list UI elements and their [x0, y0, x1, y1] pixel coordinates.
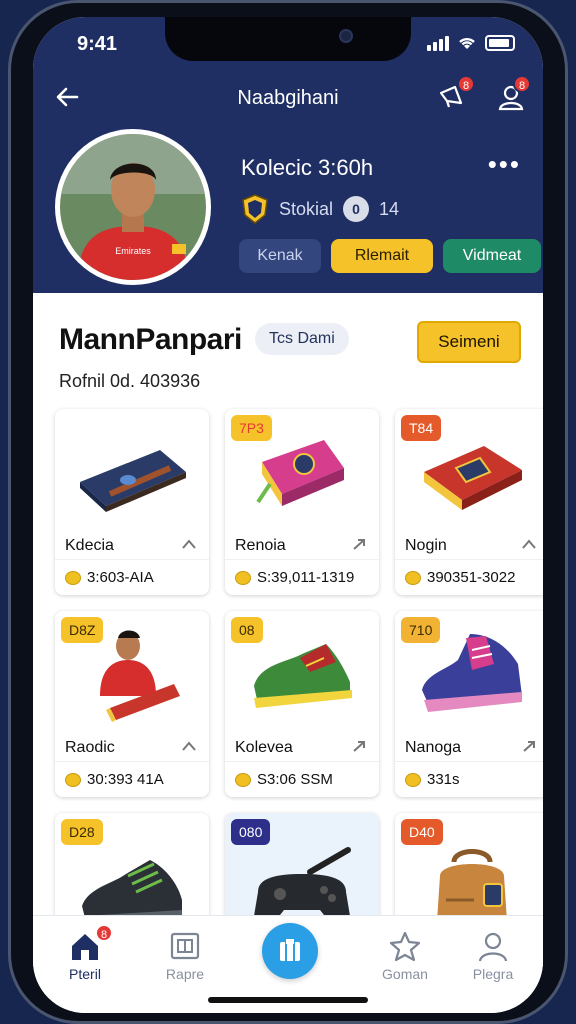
- item-name: Raodic: [65, 739, 115, 756]
- status-time: 9:41: [77, 33, 118, 55]
- coin-icon: [235, 570, 251, 585]
- home-indicator: [208, 997, 368, 1003]
- price-value: 30:393 41A: [87, 771, 164, 788]
- shield-rank-icon: [242, 194, 268, 224]
- player-photo-icon: Emirates: [60, 134, 206, 280]
- coin-icon: [65, 772, 81, 787]
- kenak-button[interactable]: Kenak: [239, 239, 321, 273]
- item-tag: 08: [231, 617, 263, 643]
- item-name: Nanoga: [405, 739, 462, 756]
- svg-text:Emirates: Emirates: [115, 246, 151, 256]
- trend-arrow-icon[interactable]: [351, 537, 367, 551]
- phone-frame: 9:41 Naabgihani 8 8 Emirates Kolecic 3:6…: [8, 0, 568, 1024]
- vidmeat-button[interactable]: Vidmeat: [443, 239, 541, 273]
- tab-home[interactable]: Pteril 8: [45, 924, 125, 982]
- item-tag: 080: [231, 819, 271, 845]
- chevron-up-icon[interactable]: [181, 739, 197, 753]
- profile-actions: Kenak Rlemait Vidmeat: [239, 239, 541, 273]
- price-value: 3:603-AIA: [87, 569, 154, 586]
- store-icon: [280, 939, 300, 961]
- tab-store-fab[interactable]: [262, 923, 318, 979]
- price-value: 390351-3022: [427, 569, 516, 586]
- price-value: S3:06 SSM: [257, 771, 333, 788]
- section-title: MannPanpari: [59, 323, 242, 356]
- more-options-icon[interactable]: •••: [488, 151, 521, 177]
- item-price: 30:393 41A: [55, 761, 209, 797]
- box-icon: [170, 932, 200, 960]
- item-tag: 710: [401, 617, 441, 643]
- rlemait-button[interactable]: Rlemait: [331, 239, 433, 273]
- avatar[interactable]: Emirates: [55, 129, 211, 285]
- star-icon: [389, 931, 421, 962]
- item-card[interactable]: 710 Nanoga 331s: [395, 611, 543, 797]
- camera-icon: [339, 29, 353, 43]
- level-icon: 0: [343, 196, 370, 222]
- battery-icon: [485, 35, 515, 51]
- price-value: S:39,011-1319: [257, 569, 355, 586]
- price-value: 331s: [427, 771, 460, 788]
- status-icons: [427, 35, 515, 51]
- trend-arrow-icon[interactable]: [521, 739, 537, 753]
- tab-badge: 8: [95, 924, 113, 942]
- wallet-icon: [55, 409, 209, 535]
- coin-icon: [235, 772, 251, 787]
- profile-menu-button[interactable]: 8: [495, 75, 531, 115]
- rank-label: Stokial: [279, 198, 334, 219]
- tab-label: Goman: [382, 966, 428, 982]
- tab-goman[interactable]: Goman: [365, 930, 445, 982]
- profile-badge: 8: [513, 75, 531, 93]
- item-tag: D8Z: [61, 617, 104, 643]
- player-stats: Stokial 0 14: [241, 193, 399, 225]
- trend-arrow-icon[interactable]: [351, 739, 367, 753]
- item-tag: D40: [401, 819, 443, 845]
- notifications-button[interactable]: 8: [435, 75, 475, 115]
- player-name: Kolecic 3:60h: [241, 155, 374, 180]
- item-price: 3:603-AIA: [55, 559, 209, 595]
- app-screen: 9:41 Naabgihani 8 8 Emirates Kolecic 3:6…: [33, 17, 543, 1013]
- item-card[interactable]: 08 Kolevea S3:06 SSM: [225, 611, 379, 797]
- item-name: Kdecia: [65, 537, 114, 554]
- item-card[interactable]: T84 Nogin 390351-3022: [395, 409, 543, 595]
- coin-icon: [405, 772, 421, 787]
- item-grid: Kdecia 3:603-AIA 7P3 Renoia S:39,011-131…: [55, 409, 543, 999]
- coin-icon: [65, 570, 81, 585]
- item-name: Renoia: [235, 537, 286, 554]
- notification-badge: 8: [457, 75, 475, 93]
- notch: [165, 17, 411, 61]
- coin-icon: [405, 570, 421, 585]
- item-tag: D28: [61, 819, 103, 845]
- seimeni-button[interactable]: Seimeni: [417, 321, 521, 363]
- item-price: S:39,011-1319: [225, 559, 379, 595]
- item-price: 331s: [395, 761, 543, 797]
- tab-label: Pteril: [69, 966, 101, 982]
- wifi-icon: [459, 37, 475, 49]
- item-price: S3:06 SSM: [225, 761, 379, 797]
- item-price: 390351-3022: [395, 559, 543, 595]
- tab-label: Rapre: [165, 966, 205, 982]
- chevron-up-icon[interactable]: [181, 537, 197, 551]
- tab-label: Plegra: [472, 966, 514, 982]
- tab-rapre[interactable]: Rapre: [145, 930, 225, 982]
- item-name: Nogin: [405, 537, 447, 554]
- item-name: Kolevea: [235, 739, 293, 756]
- user-icon: [478, 932, 508, 962]
- item-tag: 7P3: [231, 415, 272, 441]
- filter-chip[interactable]: Tcs Dami: [255, 323, 349, 355]
- item-card[interactable]: D8Z Raodic 30:393 41A: [55, 611, 209, 797]
- item-card[interactable]: Kdecia 3:603-AIA: [55, 409, 209, 595]
- item-tag: T84: [401, 415, 442, 441]
- signal-icon: [427, 36, 449, 51]
- section-subline: Rofnil 0d. 403936: [59, 371, 201, 391]
- tab-plegra[interactable]: Plegra: [453, 930, 533, 982]
- chevron-up-icon[interactable]: [521, 537, 537, 551]
- level-value: 14: [379, 198, 400, 219]
- item-card[interactable]: 7P3 Renoia S:39,011-1319: [225, 409, 379, 595]
